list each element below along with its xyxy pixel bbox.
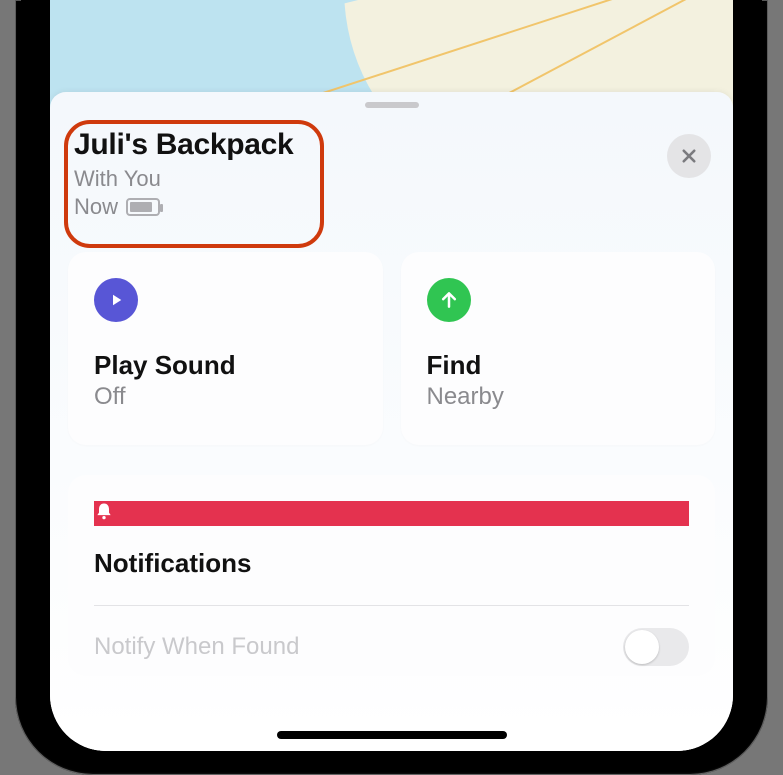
home-indicator[interactable] xyxy=(277,731,507,739)
bell-icon xyxy=(94,501,689,526)
find-status: Nearby xyxy=(427,383,690,411)
notifications-section: Notifications Notify When Found xyxy=(68,475,715,676)
arrow-up-icon xyxy=(427,278,471,322)
close-icon xyxy=(680,147,698,165)
play-sound-label: Play Sound xyxy=(94,350,357,381)
find-card[interactable]: Find Nearby xyxy=(401,252,716,445)
notifications-title: Notifications xyxy=(94,548,689,579)
screen: Juli's Backpack With You Now xyxy=(50,0,733,751)
item-header: Juli's Backpack With You Now xyxy=(68,110,715,244)
play-sound-card[interactable]: Play Sound Off xyxy=(68,252,383,445)
action-cards-row: Play Sound Off Find Nearby xyxy=(68,252,715,445)
item-location-status: With You xyxy=(74,166,709,192)
find-label: Find xyxy=(427,350,690,381)
play-sound-status: Off xyxy=(94,383,357,411)
notify-when-found-toggle[interactable] xyxy=(623,628,689,666)
play-icon xyxy=(94,278,138,322)
bottom-fade xyxy=(50,681,733,751)
notify-when-found-row[interactable]: Notify When Found xyxy=(94,606,689,676)
item-title: Juli's Backpack xyxy=(74,128,709,162)
battery-icon xyxy=(126,198,160,216)
item-detail-sheet[interactable]: Juli's Backpack With You Now xyxy=(50,92,733,751)
device-frame: Juli's Backpack With You Now xyxy=(0,0,783,775)
bezel: Juli's Backpack With You Now xyxy=(15,0,768,775)
sheet-grabber[interactable] xyxy=(365,102,419,108)
toggle-knob xyxy=(625,630,659,664)
notify-when-found-label: Notify When Found xyxy=(94,633,299,661)
item-time-status-row: Now xyxy=(74,194,709,220)
close-button[interactable] xyxy=(667,134,711,178)
item-time-status: Now xyxy=(74,194,118,220)
